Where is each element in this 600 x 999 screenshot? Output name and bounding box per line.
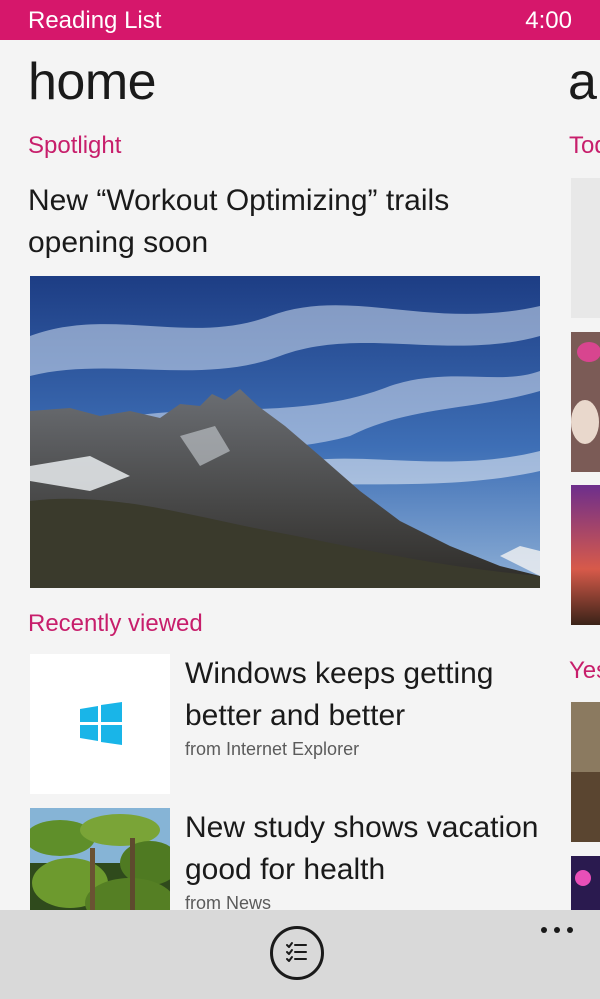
more-options-button[interactable] [538,918,578,938]
peek-image [571,332,600,472]
peek-image [571,856,600,910]
next-panorama-title-peek[interactable]: al [568,52,600,112]
checklist-icon [286,942,307,962]
spotlight-image[interactable] [30,276,540,588]
recently-viewed-heading: Recently viewed [28,610,203,637]
list-item-title[interactable]: New study shows vacation good for health [185,807,545,891]
app-bar [0,910,600,999]
peek-image [571,702,600,842]
peek-tile[interactable] [571,856,600,910]
panorama-title: home [28,53,157,111]
next-section-heading-peek: Tod [569,132,600,159]
peek-tile[interactable] [571,485,600,625]
next-section-heading-peek: Yes [569,657,600,684]
peek-tile[interactable] [571,702,600,842]
list-item-thumbnail[interactable] [30,654,170,794]
list-item-source: from Internet Explorer [185,739,360,759]
clock: 4:00 [525,7,572,34]
peek-tile[interactable] [571,178,600,318]
spotlight-headline[interactable]: New “Workout Optimizing” trails opening … [28,180,528,264]
checklist-button[interactable] [270,926,324,980]
windows-logo-icon [80,702,122,745]
mountain-landscape-image [30,276,540,588]
peek-tile[interactable] [571,332,600,472]
peek-image [571,485,600,625]
status-bar: Reading List 4:00 [0,0,600,40]
list-item-title[interactable]: Windows keeps getting better and better [185,653,545,737]
app-title: Reading List [28,7,162,34]
spotlight-heading: Spotlight [28,132,122,159]
